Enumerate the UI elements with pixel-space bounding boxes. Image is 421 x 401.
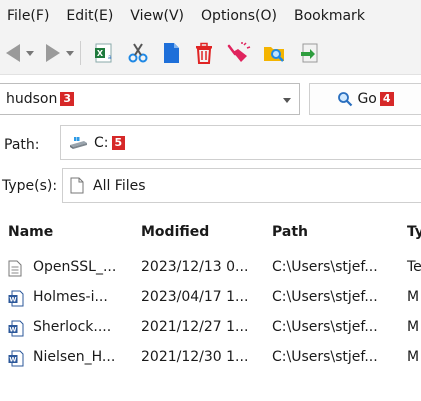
search-input[interactable]: hudson 3 [0,83,300,115]
path-value: C: [94,134,109,151]
folder-search-icon [264,47,284,62]
search-text: hudson [6,91,58,107]
file-icon [70,177,84,194]
cell-path: C:\Users\stjef... [272,349,378,365]
cell-type: M [407,319,420,335]
table-row[interactable]: W Nielsen_H... 2021/12/30 1... C:\Users\… [0,343,421,373]
delete-button[interactable] [193,38,215,68]
document-button[interactable] [161,38,181,68]
menu-options[interactable]: Options(O) [193,0,286,32]
chevron-down-icon[interactable] [66,50,74,56]
path-label: Path: [4,137,40,153]
svg-text:W: W [9,356,16,364]
table-row[interactable]: OpenSSL_... 2023/12/13 0... C:\Users\stj… [0,253,421,283]
cell-name: OpenSSL_... [33,259,117,275]
cell-name: Sherlock.... [33,319,112,335]
cell-path: C:\Users\stjef... [272,259,378,275]
menu-edit[interactable]: Edit(E) [58,0,122,32]
column-path[interactable]: Path [272,224,308,240]
file-list: OpenSSL_... 2023/12/13 0... C:\Users\stj… [0,253,421,373]
import-icon [301,43,318,63]
toolbar-divider [80,41,81,65]
cell-modified: 2021/12/27 1... [141,319,249,335]
chevron-down-icon[interactable] [283,98,291,103]
chevron-down-icon[interactable] [26,50,34,56]
word-doc-icon: W [8,290,24,307]
drive-icon [70,136,87,149]
forward-button[interactable] [34,38,74,68]
word-doc-icon: W [8,350,24,367]
cell-type: M [407,349,420,365]
magnifier-icon [338,92,353,107]
clean-button[interactable] [227,38,251,68]
column-type[interactable]: Ty [407,224,421,240]
import-button[interactable] [299,38,321,68]
svg-text:W: W [9,326,16,334]
document-icon [164,43,179,63]
search-folder-button[interactable] [263,38,287,68]
go-label: Go [357,91,377,107]
trash-icon [196,42,212,64]
go-button[interactable]: Go 4 [309,83,421,115]
go-badge: 4 [379,92,394,106]
back-button[interactable] [0,38,34,68]
text-file-icon [8,260,22,277]
menu-bar: File(F) Edit(E) View(V) Options(O) Bookm… [0,0,421,32]
column-modified[interactable]: Modified [141,224,209,240]
cut-button[interactable] [127,38,149,68]
path-badge: 5 [111,135,126,150]
word-doc-icon: W [8,320,24,337]
cell-modified: 2023/04/17 1... [141,289,249,305]
path-field[interactable]: C: 5 [60,125,421,160]
export-excel-button[interactable]: X a [93,38,115,68]
types-label: Type(s): [2,178,58,194]
scissors-icon [128,43,148,63]
types-value: All Files [93,177,146,194]
search-badge: 3 [60,92,75,106]
cell-type: Te [407,259,421,275]
cell-path: C:\Users\stjef... [272,289,378,305]
cell-name: Holmes-i... [33,289,108,305]
forward-arrow-icon [46,44,60,62]
back-arrow-icon [6,44,20,62]
types-field[interactable]: All Files [62,168,421,203]
cell-modified: 2023/12/13 0... [141,259,249,275]
cell-type: M [407,289,420,305]
svg-text:W: W [9,296,16,304]
table-row[interactable]: W Sherlock.... 2021/12/27 1... C:\Users\… [0,313,421,343]
svg-text:X: X [97,49,104,58]
menu-bookmark[interactable]: Bookmark [286,0,374,32]
column-name[interactable]: Name [8,224,53,240]
svg-text:a: a [108,54,112,61]
excel-icon: X a [95,43,112,63]
table-header: Name Modified Path Ty [0,215,421,249]
menu-view[interactable]: View(V) [122,0,193,32]
cell-name: Nielsen_H... [33,349,116,365]
toolbar: X a [0,32,421,75]
broom-icon [227,42,251,62]
table-row[interactable]: W Holmes-i... 2023/04/17 1... C:\Users\s… [0,283,421,313]
menu-file[interactable]: File(F) [0,0,58,32]
cell-modified: 2021/12/30 1... [141,349,249,365]
cell-path: C:\Users\stjef... [272,319,378,335]
